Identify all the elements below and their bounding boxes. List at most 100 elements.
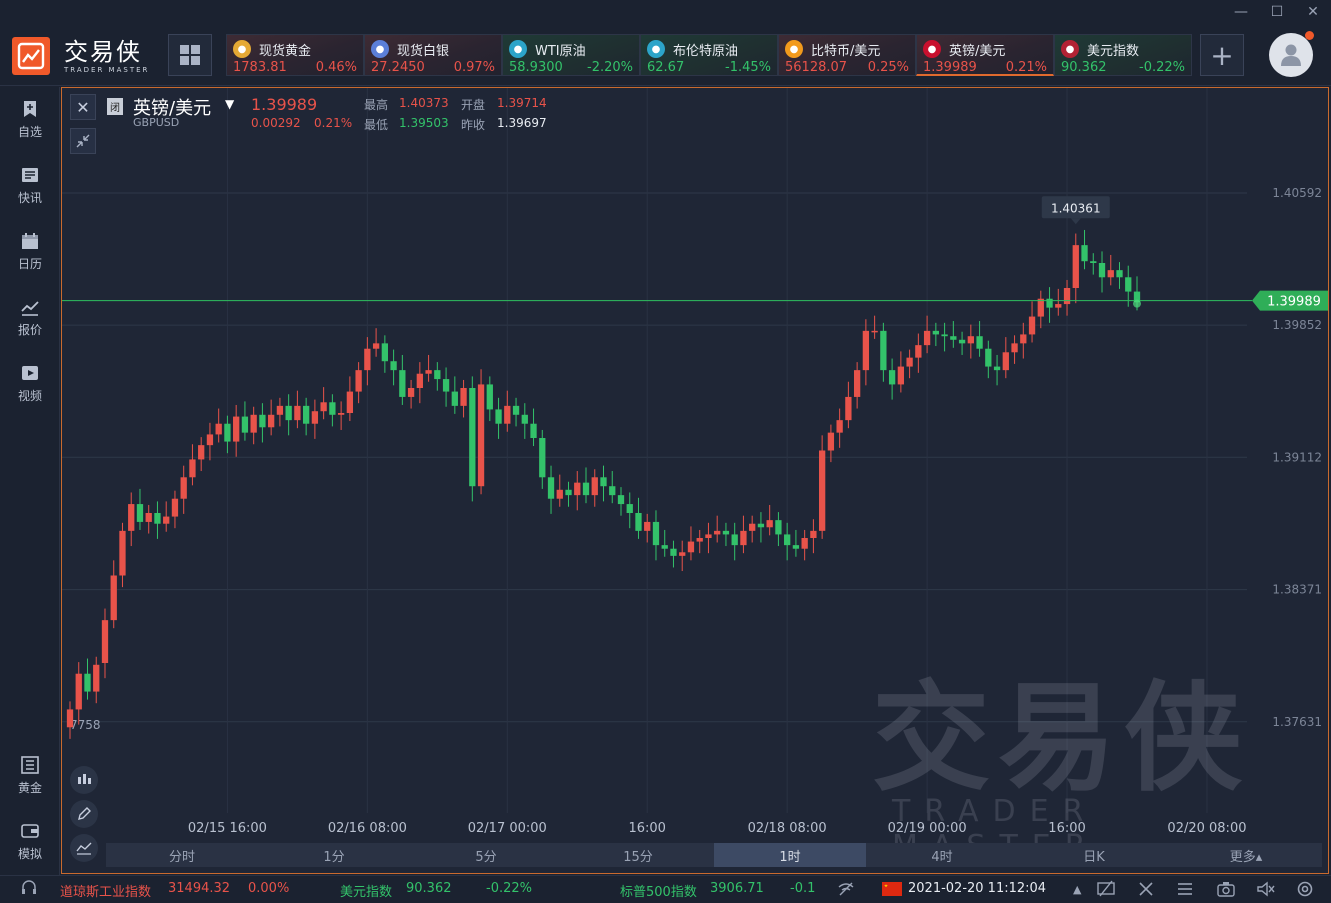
market-closed-badge: 闭 [107,98,123,115]
dxy-name[interactable]: 美元指数 [340,881,392,900]
timeframe-tab-3[interactable]: 15分 [562,843,714,867]
candle-body [1037,298,1044,317]
candle-body [171,498,179,517]
candle-body [250,414,257,433]
price-change: 0.00292 [251,116,301,130]
ticker-2[interactable]: ● WTI原油 58.9300 -2.20% [502,34,640,76]
candle-body [941,334,948,337]
sidebar-item-2[interactable]: 日历 [0,231,60,272]
maximize-button[interactable]: ☐ [1259,0,1295,24]
timeframe-tab-7[interactable]: 更多▴ [1170,843,1322,867]
window-controls: — ☐ ✕ [1223,0,1331,24]
x-tick-label: 16:00 [628,821,665,836]
wifi-off-icon[interactable] [837,880,855,902]
sidebar-item-4[interactable]: 视频 [0,363,60,404]
sidebar-item-3[interactable]: 报价 [0,297,60,338]
candle-body [705,534,712,538]
candle-body [985,348,992,367]
top-bar: — ☐ ✕ 交易侠 TRADER MASTER ● 现货黄金 1783.81 0.46 [0,0,1331,86]
headset-icon[interactable] [20,879,38,901]
open-value: 1.39714 [497,96,547,110]
high-label: 最高 [364,98,389,112]
sidebar-item-5[interactable]: 黄金 [0,755,60,796]
logo-chart-icon [12,37,50,75]
layout-grid-button[interactable] [168,34,212,76]
screen-icon[interactable] [1096,880,1116,902]
ticker-name: 比特币/美元 [811,43,881,59]
candle-body [784,534,791,546]
candle-body [582,482,590,496]
ticker-3[interactable]: ● 布伦特原油 62.67 -1.45% [640,34,778,76]
collapse-chart-button[interactable] [70,128,96,154]
candle-body [679,552,686,556]
candle-body [958,339,966,344]
draw-tool-button[interactable] [70,800,98,828]
candle-body [504,405,511,424]
settings-icon[interactable] [1296,880,1314,902]
candlestick-chart[interactable]: 1.40592 1.39852 1.39112 1.38371 1.37631 02/15… [62,88,1329,874]
symbol-dropdown-icon[interactable]: ▼ [225,97,234,111]
sidebar-item-1[interactable]: 快讯 [0,165,60,206]
ticker-price: 1.39989 [923,60,977,75]
user-avatar[interactable] [1269,33,1313,77]
timeframe-tab-5[interactable]: 4时 [866,843,1018,867]
timeframe-tab-0[interactable]: 分时 [106,843,258,867]
timeframe-tab-2[interactable]: 5分 [410,843,562,867]
sidebar-item-6[interactable]: 模拟 [0,821,60,862]
candle-body [714,530,721,535]
analysis-tool-button[interactable] [70,834,98,862]
candle-body [337,413,345,415]
timeframe-tab-4[interactable]: 1时 [714,843,866,867]
timeframe-tab-6[interactable]: 日K [1018,843,1170,867]
candle-body [101,620,109,663]
sidebar-label: 自选 [17,125,42,139]
dxy-price: 90.362 [406,881,452,896]
candle-body [565,489,572,496]
candle-body [836,420,843,433]
bookmark-icon [20,99,40,119]
candle-body [442,379,450,392]
triangle-up-icon[interactable]: ▲ [1073,883,1081,896]
ticker-0[interactable]: ● 现货黄金 1783.81 0.46% [226,34,364,76]
mute-icon[interactable] [1256,880,1276,902]
minimize-button[interactable]: — [1223,0,1259,24]
candle-body [128,504,135,531]
candle-body [600,477,607,487]
gold-grid-icon [20,755,40,775]
timeframe-tab-1[interactable]: 1分 [258,843,410,867]
ticker-4[interactable]: ● 比特币/美元 56128.07 0.25% [778,34,916,76]
candle-body [399,370,406,397]
candle-body [775,520,782,535]
candle-body [346,391,354,413]
candle-body [574,482,581,496]
indicator-tool-button[interactable] [70,766,98,794]
candle-body [311,411,319,424]
close-chart-button[interactable]: ✕ [70,94,96,120]
tools-icon[interactable] [1137,880,1155,902]
ticker-change: -2.20% [587,60,633,75]
low-label: 最低 [364,118,389,132]
ticker-name: 美元指数 [1087,43,1140,59]
dji-name[interactable]: 道琼斯工业指数 [60,881,151,900]
candle-body [390,361,397,371]
close-window-button[interactable]: ✕ [1295,0,1331,24]
candle-body [110,575,117,621]
candle-body [1072,245,1079,288]
ticker-6[interactable]: ● 美元指数 90.362 -0.22% [1054,34,1192,76]
spx-name[interactable]: 标普500指数 [620,881,697,900]
candle-body [469,388,476,487]
last-candle-glow [1133,299,1141,308]
ticker-5[interactable]: ● 英镑/美元 1.39989 0.21% [916,34,1054,76]
candle-body [268,414,275,428]
y-tick-label: 1.38371 [1272,583,1322,597]
candle-body [539,438,546,478]
camera-icon[interactable] [1216,880,1236,902]
menu-icon[interactable] [1176,880,1194,902]
x-tick-label: 02/19 00:00 [888,821,967,836]
news-icon [20,165,40,185]
sidebar-item-0[interactable]: 自选 [0,99,60,140]
add-ticker-button[interactable]: + [1200,34,1244,76]
ticker-1[interactable]: ● 现货白银 27.2450 0.97% [364,34,502,76]
ticker-name: 英镑/美元 [949,43,1006,59]
uk-flag-icon: ● [923,40,941,58]
